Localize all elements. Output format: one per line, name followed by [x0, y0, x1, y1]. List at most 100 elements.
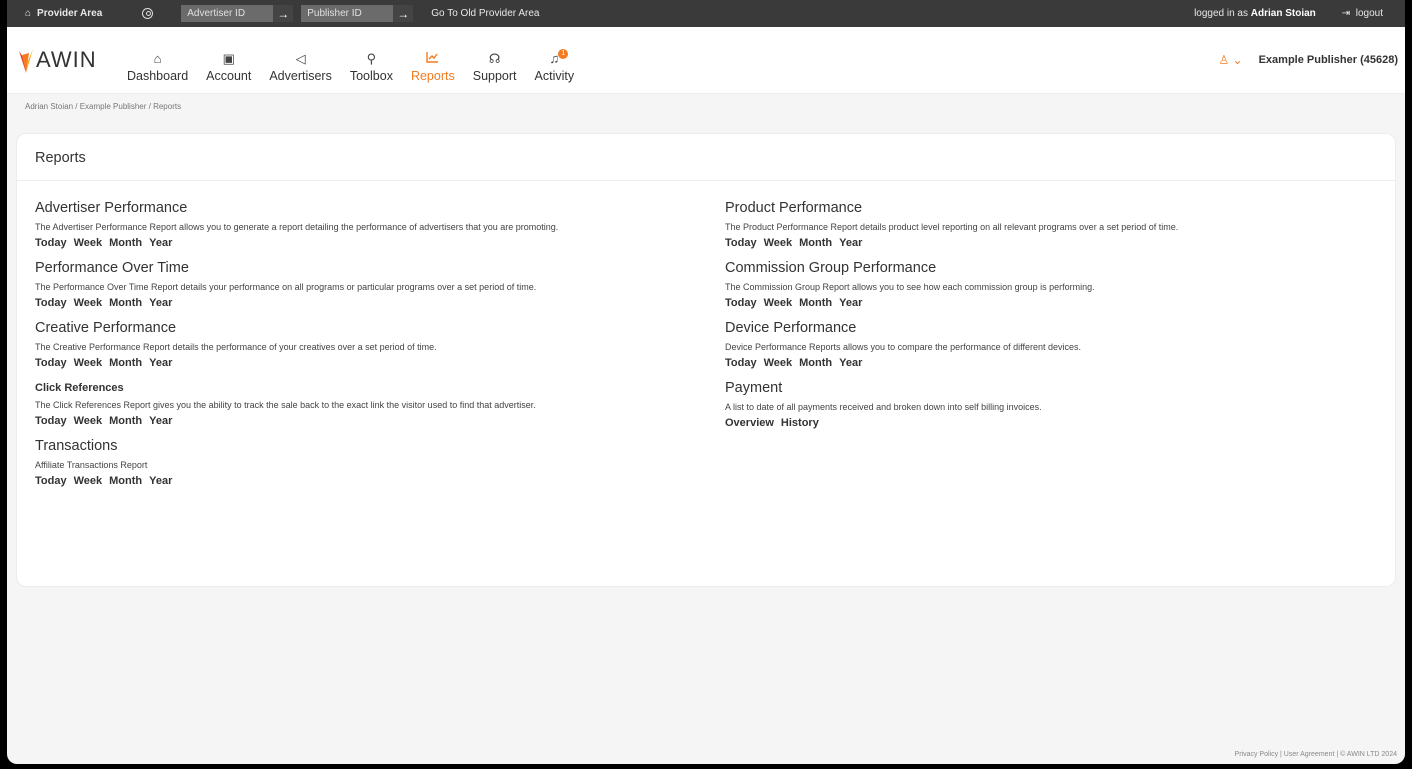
report-title: Commission Group Performance: [725, 260, 937, 276]
link-today[interactable]: Today: [35, 237, 67, 249]
report-description: The Creative Performance Report details …: [35, 342, 437, 352]
provider-area-label: Provider Area: [37, 8, 103, 19]
advertiser-go-button[interactable]: →: [273, 5, 294, 22]
report-section-creative-performance: Creative Performance The Creative Perfor…: [35, 320, 695, 369]
link-history[interactable]: History: [781, 417, 819, 429]
card-title: Reports: [17, 134, 1395, 181]
nav-label: Advertisers: [269, 69, 332, 83]
id-card-icon: ▣: [222, 51, 235, 66]
report-section-commission-group-performance: Commission Group Performance The Commiss…: [725, 260, 1385, 309]
main-header: AWIN ⌂ Dashboard ▣ Account ◁ Advertisers…: [7, 27, 1405, 94]
awin-logo[interactable]: AWIN: [17, 47, 117, 73]
account-name: Example Publisher (45628): [1258, 54, 1398, 66]
link-month[interactable]: Month: [109, 297, 142, 309]
home-icon: ⌂: [25, 8, 32, 19]
report-title: Device Performance: [725, 320, 857, 336]
link-year[interactable]: Year: [149, 415, 172, 427]
link-today[interactable]: Today: [35, 415, 67, 427]
nav-reports[interactable]: Reports: [411, 51, 455, 83]
link-year[interactable]: Year: [839, 237, 862, 249]
account-switcher[interactable]: ♙ ⌄ Example Publisher (45628): [1218, 53, 1405, 67]
report-description: The Advertiser Performance Report allows…: [35, 222, 559, 232]
nav-account[interactable]: ▣ Account: [206, 51, 251, 83]
link-month[interactable]: Month: [799, 237, 832, 249]
report-payment-links: Overview History: [725, 417, 1385, 429]
report-period-links: Today Week Month Year: [725, 297, 1385, 309]
report-description: The Product Performance Report details p…: [725, 222, 1179, 232]
report-title: Advertiser Performance: [35, 200, 188, 216]
link-week[interactable]: Week: [74, 237, 103, 249]
nav-advertisers[interactable]: ◁ Advertisers: [269, 51, 332, 83]
provider-area-link[interactable]: ⌂ Provider Area: [25, 8, 102, 19]
logged-in-user: Adrian Stoian: [1250, 8, 1316, 19]
link-year[interactable]: Year: [149, 475, 172, 487]
link-year[interactable]: Year: [149, 297, 172, 309]
link-today[interactable]: Today: [35, 297, 67, 309]
footer-links[interactable]: Privacy Policy | User Agreement | © AWIN…: [1235, 751, 1397, 758]
reports-card: Reports Advertiser Performance The Adver…: [16, 133, 1396, 587]
publisher-id-input[interactable]: [301, 5, 394, 22]
provider-toolbar: ⌂ Provider Area → → Go To Old Provider A…: [7, 0, 1405, 27]
link-today[interactable]: Today: [725, 297, 757, 309]
session-info: logged in as Adrian Stoian ⇥ logout: [1194, 8, 1405, 19]
logout-button[interactable]: ⇥ logout: [1342, 8, 1383, 19]
user-circle-icon[interactable]: [142, 8, 154, 19]
link-month[interactable]: Month: [799, 297, 832, 309]
logged-in-text: logged in as Adrian Stoian: [1194, 8, 1316, 19]
report-section-advertiser-performance: Advertiser Performance The Advertiser Pe…: [35, 200, 695, 249]
link-week[interactable]: Week: [764, 297, 793, 309]
report-description: The Commission Group Report allows you t…: [725, 282, 1095, 292]
nav-support[interactable]: ☊ Support: [473, 51, 517, 83]
link-today[interactable]: Today: [725, 357, 757, 369]
report-title: Performance Over Time: [35, 260, 189, 276]
link-week[interactable]: Week: [764, 237, 793, 249]
link-month[interactable]: Month: [109, 415, 142, 427]
logout-label: logout: [1355, 8, 1383, 19]
report-section-product-performance: Product Performance The Product Performa…: [725, 200, 1385, 249]
report-description: Device Performance Reports allows you to…: [725, 342, 1082, 352]
link-month[interactable]: Month: [799, 357, 832, 369]
main-nav: ⌂ Dashboard ▣ Account ◁ Advertisers ⚲ To…: [127, 43, 592, 83]
reports-right-column: Product Performance The Product Performa…: [725, 200, 1385, 440]
nav-label: Reports: [410, 69, 455, 83]
link-month[interactable]: Month: [109, 357, 142, 369]
logout-icon: ⇥: [1341, 8, 1351, 19]
link-week[interactable]: Week: [764, 357, 793, 369]
publisher-go-button[interactable]: →: [393, 5, 414, 22]
logo-text: AWIN: [36, 47, 97, 72]
link-today[interactable]: Today: [35, 357, 67, 369]
link-week[interactable]: Week: [74, 357, 103, 369]
megaphone-icon: ◁: [295, 51, 306, 66]
logged-in-prefix: logged in as: [1194, 8, 1248, 19]
nav-dashboard[interactable]: ⌂ Dashboard: [127, 51, 188, 83]
link-year[interactable]: Year: [149, 357, 172, 369]
report-period-links: Today Week Month Year: [35, 237, 695, 249]
link-today[interactable]: Today: [35, 475, 67, 487]
nav-label: Toolbox: [349, 69, 393, 83]
nav-activity[interactable]: ♫ 1 Activity: [535, 49, 574, 83]
link-today[interactable]: Today: [725, 237, 757, 249]
link-week[interactable]: Week: [74, 475, 103, 487]
advertiser-id-input[interactable]: [181, 5, 274, 22]
wrench-icon: ⚲: [366, 51, 377, 66]
report-period-links: Today Week Month Year: [725, 357, 1385, 369]
chart-icon: [426, 51, 439, 69]
link-overview[interactable]: Overview: [725, 417, 774, 429]
report-period-links: Today Week Month Year: [35, 475, 695, 487]
link-year[interactable]: Year: [149, 237, 172, 249]
report-title: Transactions: [35, 438, 118, 454]
link-month[interactable]: Month: [109, 237, 142, 249]
link-month[interactable]: Month: [109, 475, 142, 487]
report-section-click-references: Click References The Click References Re…: [35, 380, 695, 427]
link-week[interactable]: Week: [74, 415, 103, 427]
link-year[interactable]: Year: [839, 297, 862, 309]
old-provider-area-link[interactable]: Go To Old Provider Area: [431, 8, 539, 19]
link-year[interactable]: Year: [839, 357, 862, 369]
nav-toolbox[interactable]: ⚲ Toolbox: [350, 51, 393, 83]
link-week[interactable]: Week: [74, 297, 103, 309]
breadcrumb: Adrian Stoian / Example Publisher / Repo…: [25, 102, 182, 111]
report-period-links: Today Week Month Year: [725, 237, 1385, 249]
app-frame: ⌂ Provider Area → → Go To Old Provider A…: [7, 0, 1405, 764]
nav-label: Account: [206, 69, 252, 83]
publisher-id-group: →: [301, 5, 414, 22]
